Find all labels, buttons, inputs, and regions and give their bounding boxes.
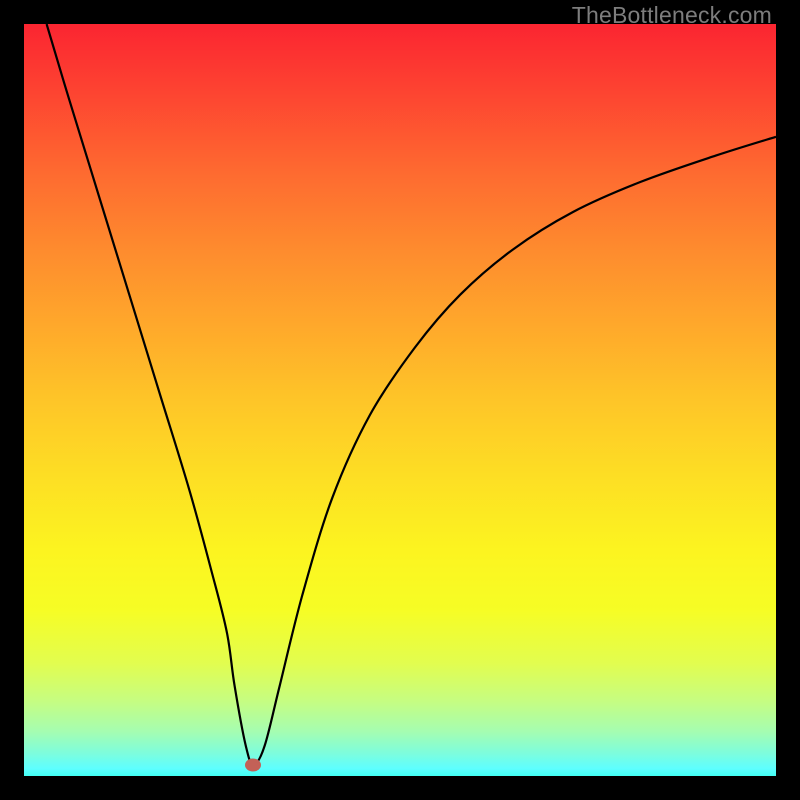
optimum-marker	[245, 758, 261, 771]
watermark-text: TheBottleneck.com	[572, 2, 772, 29]
plot-area	[24, 24, 776, 776]
